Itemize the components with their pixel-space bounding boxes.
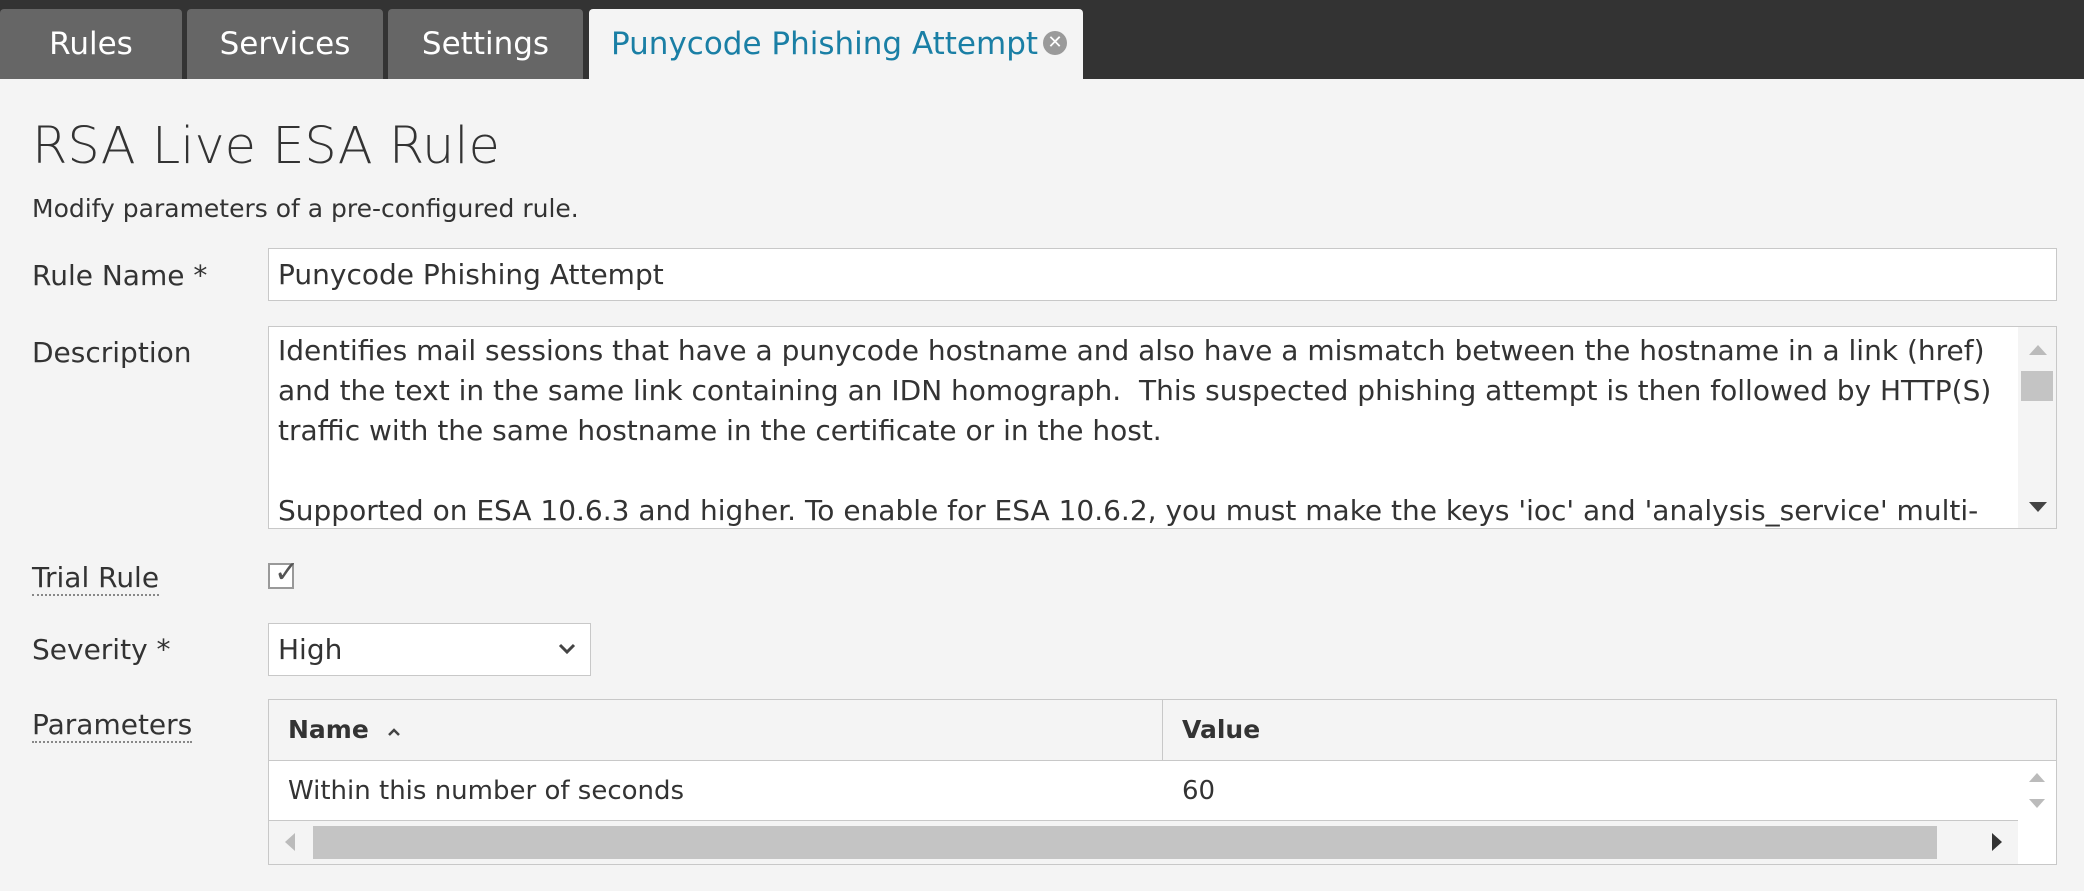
scroll-up-icon[interactable] bbox=[2029, 773, 2045, 782]
scroll-thumb[interactable] bbox=[313, 826, 1937, 859]
rule-name-label: Rule Name * bbox=[32, 259, 208, 292]
tab-rules[interactable]: Rules bbox=[0, 9, 182, 79]
column-header-label: Value bbox=[1182, 715, 1261, 744]
scroll-down-icon[interactable] bbox=[2029, 502, 2047, 512]
tab-label: Rules bbox=[49, 26, 133, 62]
severity-select[interactable]: High bbox=[268, 623, 591, 676]
parameters-label: Parameters bbox=[32, 708, 193, 743]
close-icon[interactable]: ✕ bbox=[1043, 31, 1067, 55]
parameter-value-cell[interactable]: 60 bbox=[1182, 761, 1215, 821]
scroll-right-icon[interactable] bbox=[1992, 833, 2002, 851]
tab-services[interactable]: Services bbox=[187, 9, 383, 79]
grid-header: Name Value bbox=[269, 700, 2056, 761]
grid-vertical-scrollbar[interactable] bbox=[2018, 761, 2056, 821]
trial-rule-checkbox[interactable]: ✓ bbox=[268, 555, 299, 590]
table-row[interactable]: Within this number of seconds 60 bbox=[269, 761, 2018, 821]
tab-label: Services bbox=[219, 26, 351, 62]
page-subtitle: Modify parameters of a pre-configured ru… bbox=[32, 194, 579, 223]
tab-bar: Rules Services Settings Punycode Phishin… bbox=[0, 0, 2084, 80]
description-scrollbar[interactable] bbox=[2018, 327, 2056, 528]
scroll-down-icon[interactable] bbox=[2029, 799, 2045, 808]
scroll-up-icon[interactable] bbox=[2029, 345, 2047, 355]
column-header-value[interactable]: Value bbox=[1163, 700, 2056, 760]
grid-horizontal-scrollbar[interactable] bbox=[269, 821, 2018, 864]
rule-name-input[interactable]: Punycode Phishing Attempt bbox=[268, 248, 2057, 301]
page-title: RSA Live ESA Rule bbox=[32, 117, 500, 176]
description-text: Identifies mail sessions that have a pun… bbox=[278, 334, 1992, 527]
description-label: Description bbox=[32, 336, 192, 369]
trial-rule-label: Trial Rule bbox=[32, 561, 160, 596]
description-textarea[interactable]: Identifies mail sessions that have a pun… bbox=[268, 326, 2057, 529]
checkmark-icon: ✓ bbox=[274, 555, 300, 590]
tab-punycode-phishing-attempt[interactable]: Punycode Phishing Attempt ✕ bbox=[589, 9, 1083, 80]
tab-settings[interactable]: Settings bbox=[388, 9, 583, 79]
parameters-grid: Name Value Within this number of seconds… bbox=[268, 699, 2057, 865]
parameter-name-cell: Within this number of seconds bbox=[288, 776, 685, 806]
tab-label: Settings bbox=[421, 26, 550, 62]
scroll-thumb[interactable] bbox=[2021, 371, 2053, 401]
sort-ascending-icon bbox=[387, 728, 400, 736]
column-header-name[interactable]: Name bbox=[269, 700, 1162, 760]
severity-label: Severity * bbox=[32, 633, 171, 666]
scroll-left-icon[interactable] bbox=[285, 833, 295, 851]
severity-value: High bbox=[278, 633, 343, 666]
column-header-label: Name bbox=[288, 715, 369, 744]
tab-label: Punycode Phishing Attempt bbox=[611, 26, 1039, 62]
chevron-down-icon bbox=[558, 643, 576, 655]
